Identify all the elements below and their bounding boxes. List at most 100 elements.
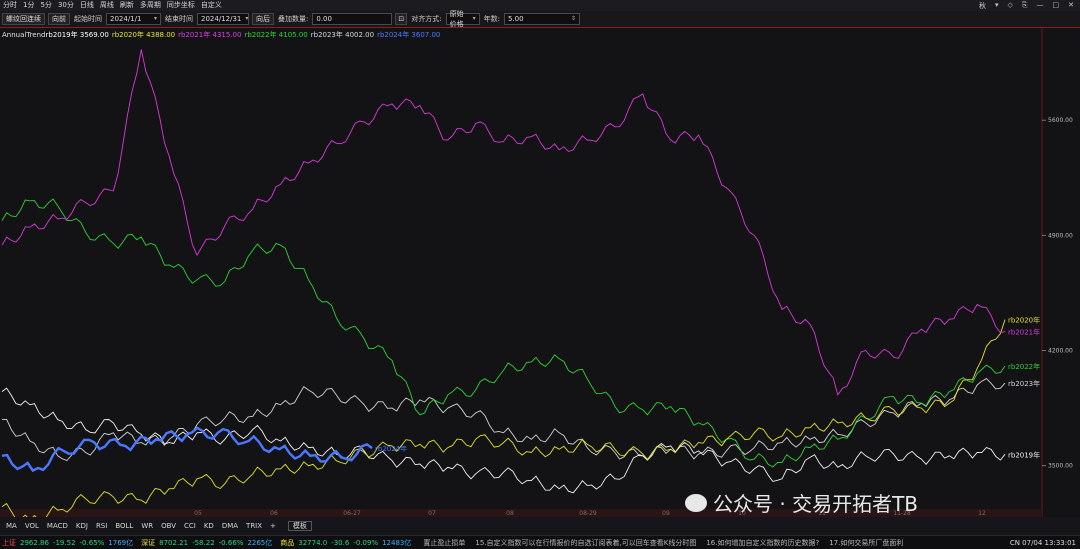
legend-item: rb2019年 3569.00 [45, 31, 109, 39]
indicator-dma[interactable]: DMA [218, 522, 242, 530]
sh-change: -19.52 [52, 538, 76, 547]
status-bar: 上证 2962.86 -19.52 -0.65% 1769亿 深证 8702.2… [0, 535, 1080, 549]
indicator-macd[interactable]: MACD [43, 522, 72, 530]
commodity-label[interactable]: 商品 [280, 538, 294, 548]
series-line [1, 49, 1006, 396]
chevron-down-icon: ▾ [153, 15, 157, 22]
x-tick-label: 08 [506, 510, 514, 517]
years-stepper[interactable]: 5.00 ⇕ [503, 13, 580, 25]
overlay-count-label: 叠加数量: [278, 15, 309, 23]
sh-value: 2962.86 [20, 538, 49, 547]
back-button[interactable]: 向后 [252, 13, 274, 25]
news-item[interactable]: 17.如何交易所厂盘面利 [829, 538, 903, 548]
end-time-field[interactable]: 2024/12/31 ▾ [197, 13, 249, 25]
series-rb2024年 [1, 426, 373, 473]
menu-item-1min[interactable]: 1分 [20, 0, 37, 11]
series-line [1, 426, 373, 473]
commodity-change: -30.6 [331, 538, 350, 547]
indicator-ma[interactable]: MA [2, 522, 21, 530]
close-icon[interactable]: ✕ [1068, 1, 1074, 11]
x-tick-label: 09 [662, 510, 670, 517]
sz-volume: 2265亿 [247, 538, 273, 547]
legend-prefix: AnnualTrend [2, 31, 46, 39]
legend-item: rb2023年 4002.00 [310, 31, 375, 39]
menu-item-daily[interactable]: 日线 [77, 0, 97, 11]
years-value: 5.00 [507, 15, 524, 23]
sh-label[interactable]: 上证 [2, 538, 16, 548]
series-end-label: rb2021年 [1008, 328, 1040, 337]
window-controls: 秋 ▾ ◇ ⎘ — □ ✕ [979, 1, 1080, 11]
chart-canvas: 5600.00 4900.00 4200.00 3500.00 05 06 06-27 07 0… [0, 28, 1073, 517]
menu-item-custom[interactable]: 自定义 [198, 0, 225, 11]
watermark-right-text: 公众号 · 交易开拓者TB [713, 492, 919, 516]
menu-item-intraday[interactable]: 分时 [0, 0, 20, 11]
series-rb2019年 [1, 387, 1006, 494]
start-time-label: 起始时间 [74, 15, 102, 23]
sz-pct: -0.66% [218, 538, 244, 547]
y-tick-label: 3500.00 [1048, 463, 1073, 470]
x-tick-label: 06 [270, 510, 278, 517]
maximize-icon[interactable]: □ [1053, 1, 1060, 11]
x-tick-label: 08-29 [579, 510, 597, 517]
menu-item-sync-axis[interactable]: 同步坐标 [164, 0, 198, 11]
menu-item-30min[interactable]: 30分 [55, 0, 77, 11]
align-mode-label: 对齐方式: [411, 15, 442, 23]
legend-item: rb2024年 3607.00 [377, 31, 441, 39]
season-button[interactable]: 秋 [979, 1, 986, 11]
indicator-vol[interactable]: VOL [21, 522, 43, 530]
legend-item: rb2022年 4105.00 [244, 31, 308, 39]
indicator-wr[interactable]: WR [137, 522, 157, 530]
y-tick-label: 4900.00 [1048, 232, 1073, 239]
x-tick-label: 12 [978, 510, 986, 517]
x-tick-label: 05 [194, 510, 202, 517]
top-menu-bar: 分时 1分 5分 30分 日线 周线 刷新 多周期 同步坐标 自定义 秋 ▾ ◇… [0, 0, 1080, 11]
indicator-trix[interactable]: TRIX [242, 522, 266, 530]
menu-item-weekly[interactable]: 周线 [97, 0, 117, 11]
start-time-field[interactable]: 2024/1/1 ▾ [106, 13, 161, 25]
align-mode-select[interactable]: 原始价格 ▾ [445, 10, 480, 28]
copy-icon[interactable]: ⎘ [1022, 1, 1028, 11]
overlay-count-input[interactable]: 0.00 [312, 13, 393, 25]
years-label: 年数: [483, 15, 500, 23]
stepper-icon: ⇕ [570, 15, 576, 22]
sz-value: 8702.21 [159, 538, 189, 547]
menu-item-5min[interactable]: 5分 [37, 0, 54, 11]
indicator-boll[interactable]: BOLL [111, 522, 137, 530]
indicator-obv[interactable]: OBV [157, 522, 180, 530]
watermark-right: 公众号 · 交易开拓者TB [685, 488, 918, 517]
add-indicator-button[interactable]: + [266, 522, 280, 530]
indicator-cci[interactable]: CCI [180, 522, 200, 530]
mode-button[interactable]: 螺纹回连续 [2, 13, 45, 25]
template-tab[interactable]: 模板 [287, 521, 312, 531]
diamond-icon[interactable]: ◇ [1008, 1, 1013, 11]
news-item[interactable]: 置止盈止损单 [423, 538, 465, 548]
indicator-bar: MA VOL MACD KDJ RSI BOLL WR OBV CCI KD D… [0, 517, 1080, 535]
align-mode-value: 原始价格 [449, 10, 464, 28]
chevron-down-icon: ▾ [245, 15, 249, 22]
news-item[interactable]: 15.自定义指数可以在行情报价的自选订阅表着,可以回车查看K线分时图 [475, 538, 696, 548]
indicator-kd[interactable]: KD [200, 522, 218, 530]
start-time-value: 2024/1/1 [110, 15, 142, 23]
sz-label[interactable]: 深证 [141, 538, 155, 548]
indicator-kdj[interactable]: KDJ [72, 522, 92, 530]
minimize-icon[interactable]: — [1037, 1, 1044, 11]
lock-toggle[interactable]: ⊡ [395, 13, 408, 25]
menu-item-refresh[interactable]: 刷新 [117, 0, 137, 11]
end-time-label: 结束时间 [165, 15, 193, 23]
annual-trend-chart[interactable]: 5600.00 4900.00 4200.00 3500.00 05 06 06-27 07 0… [0, 28, 1080, 517]
wechat-icon [685, 493, 707, 512]
sh-pct: -0.65% [79, 538, 105, 547]
end-time-value: 2024/12/31 [201, 15, 242, 23]
series-rb2022年 [1, 198, 1006, 468]
commodity-value: 32774.0 [298, 538, 328, 547]
x-tick-label: 06-27 [343, 510, 361, 517]
news-item[interactable]: 16.如何增加自定义指数的历史数据? [706, 538, 819, 548]
sz-change: -58.22 [192, 538, 215, 547]
chevron-down-icon: ▾ [472, 15, 476, 22]
prev-button[interactable]: 向前 [48, 13, 70, 25]
chevron-down-icon[interactable]: ▾ [995, 1, 999, 11]
indicator-rsi[interactable]: RSI [92, 522, 111, 530]
menu-item-multi-period[interactable]: 多周期 [137, 0, 164, 11]
y-tick-label: 4200.00 [1048, 348, 1073, 355]
y-tick-label: 5600.00 [1048, 117, 1073, 124]
